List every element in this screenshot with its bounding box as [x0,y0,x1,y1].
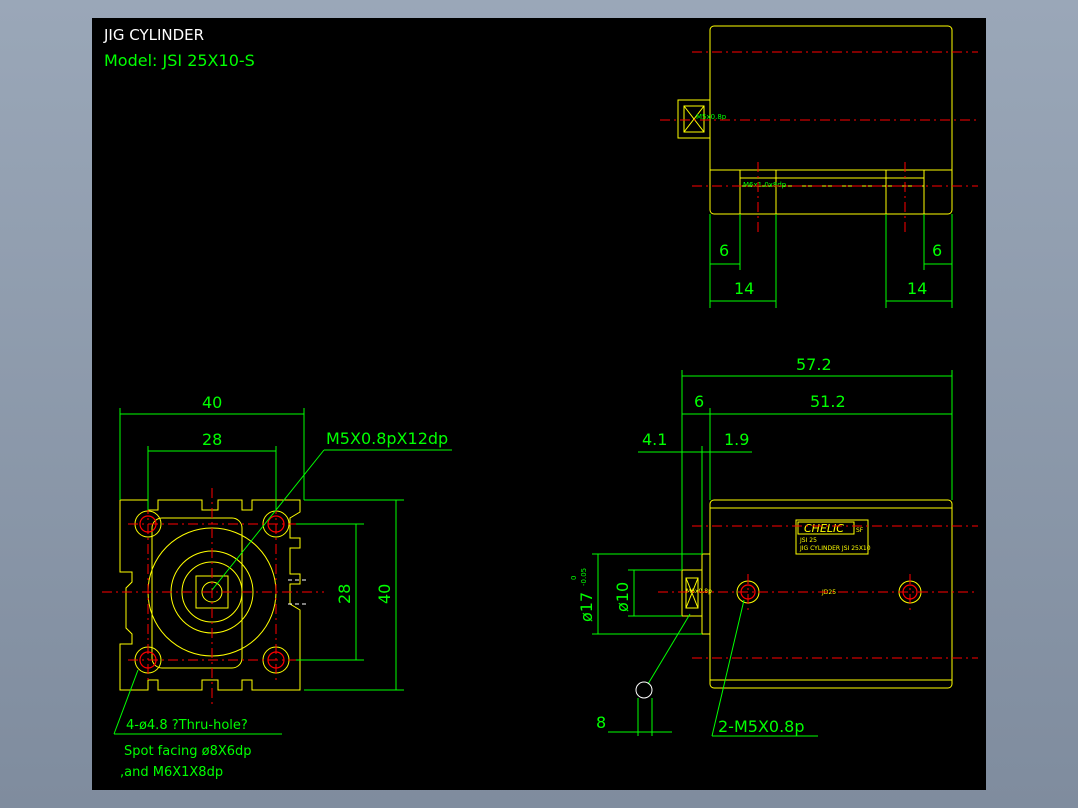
side-dim-8: 8 [596,713,606,732]
hole-note-line3: ,and M6X1X8dp [120,765,223,780]
front-view: 40 28 28 40 M5X0.8pX12dp 4-ø4.8 ?Thru-ho… [102,393,452,780]
plate-line-2: JIG CYLINDER JSI 25X10 [799,545,871,552]
rod-tip-detail [635,681,653,699]
top-view: M5x0.8p M6x1.0x8dp 6 6 14 14 [660,25,978,308]
drawing-title: JIG CYLINDER [103,26,204,44]
cad-canvas: JIG CYLINDER Model: JSI 25X10-S M5x0.8p … [102,25,978,780]
front-dim-40-height: 40 [375,584,394,604]
brand-suffix: SF [856,527,864,534]
side-port-callout: 2-M5X0.8p [718,717,805,736]
plate-line-1: JSI 25 [799,537,817,544]
top-dim-14-left: 14 [734,279,754,298]
side-dim-d17: ø17 [577,592,596,622]
side-dim-d10: ø10 [613,582,632,612]
side-view: M6x0.8p JD25 CHELIC SF JSI 25 JIG CYLIND… [570,355,978,737]
tol-upper: 0 [570,576,578,580]
side-dim-57-2: 57.2 [796,355,832,374]
hole-note-line1: 4-ø4.8 ?Thru-hole? [126,718,248,733]
front-port-callout: M5X0.8pX12dp [326,429,448,448]
brand-logo: CHELIC [804,522,844,535]
cad-drawing-sheet: JIG CYLINDER Model: JSI 25X10-S M5x0.8p … [92,18,986,790]
top-dim-6-right: 6 [932,241,942,260]
side-dim-4-1: 4.1 [642,430,667,449]
tol-lower: -0.05 [580,568,588,586]
hole-note-line2: Spot facing ø8X6dp [124,744,252,759]
front-dim-28-width: 28 [202,430,222,449]
side-dim-6: 6 [694,392,704,411]
front-dim-28-height: 28 [335,584,354,604]
model-label: Model: JSI 25X10-S [104,51,255,70]
top-dim-6-left: 6 [719,241,729,260]
front-dim-40-width: 40 [202,393,222,412]
side-dim-51-2: 51.2 [810,392,846,411]
top-thread-label: M6x1.0x8dp [743,181,787,189]
top-dim-14-right: 14 [907,279,927,298]
side-dim-1-9: 1.9 [724,430,749,449]
